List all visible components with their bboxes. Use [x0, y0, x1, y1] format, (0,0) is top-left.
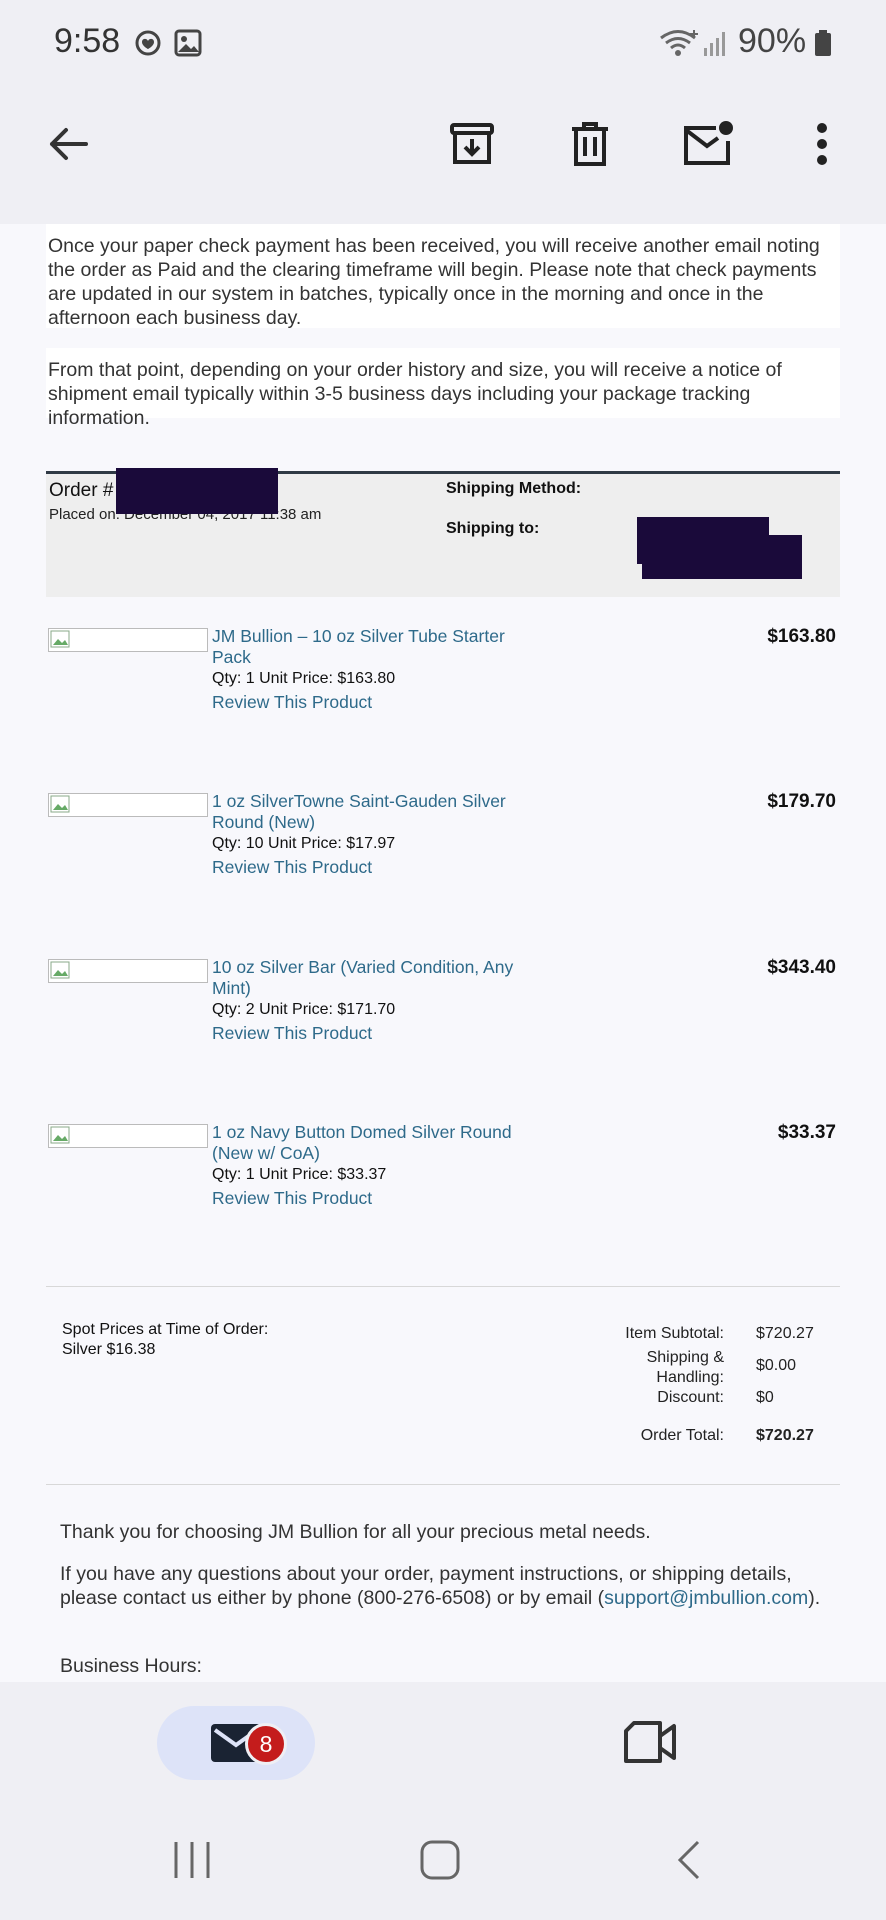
review-product-link[interactable]: Review This Product: [212, 857, 372, 878]
divider: [46, 1286, 840, 1287]
order-total-value: $720.27: [756, 1427, 814, 1444]
product-price: $179.70: [767, 791, 836, 812]
back-button[interactable]: [38, 116, 98, 176]
discount-label: Discount:: [657, 1389, 724, 1406]
order-item: JM Bullion – 10 oz Silver Tube Starter P…: [48, 626, 838, 746]
order-summary-box: Order # Placed on: December 04, 2017 11:…: [46, 468, 840, 597]
review-product-link[interactable]: Review This Product: [212, 1023, 372, 1044]
status-time: 9:58: [54, 22, 121, 60]
unread-badge: 8: [245, 1723, 287, 1765]
product-image[interactable]: [48, 628, 208, 652]
payment-paragraph: Once your paper check payment has been r…: [46, 224, 840, 329]
order-item: 1 oz SilverTowne Saint-Gauden Silver Rou…: [48, 791, 838, 911]
redacted-address-2: [642, 535, 802, 579]
chevron-left-icon: [674, 1840, 704, 1886]
order-item: 10 oz Silver Bar (Varied Condition, Any …: [48, 957, 838, 1077]
divider: [46, 1484, 840, 1485]
meet-tab[interactable]: [622, 1720, 678, 1769]
mail-tab[interactable]: [157, 1706, 315, 1780]
shipping-to-label: Shipping to:: [446, 520, 540, 537]
product-price: $343.40: [767, 957, 836, 978]
product-qty: Qty: 10 Unit Price: $17.97: [212, 835, 396, 852]
archive-button[interactable]: [442, 116, 502, 176]
shipping-method-label: Shipping Method:: [446, 480, 582, 497]
contact-text-suffix: ).: [808, 1587, 821, 1609]
home-button[interactable]: [418, 1838, 462, 1887]
delete-button[interactable]: [560, 116, 620, 176]
review-product-link[interactable]: Review This Product: [212, 692, 372, 713]
system-navigation-bar: [0, 1800, 886, 1920]
email-toolbar: [0, 86, 886, 224]
review-product-link[interactable]: Review This Product: [212, 1188, 372, 1209]
product-image[interactable]: [48, 1124, 208, 1148]
spot-prices-label: Spot Prices at Time of Order:: [62, 1321, 269, 1338]
shipping-label-line2: Handling:: [656, 1369, 724, 1386]
shipment-paragraph: From that point, depending on your order…: [46, 348, 840, 429]
email-body: Once your paper check payment has been r…: [0, 224, 886, 1682]
business-hours: Business Hours:: [60, 1655, 202, 1677]
arrow-back-icon: [46, 122, 90, 171]
product-qty: Qty: 1 Unit Price: $33.37: [212, 1166, 387, 1183]
battery-icon: [813, 28, 833, 58]
product-qty: Qty: 2 Unit Price: $171.70: [212, 1001, 396, 1018]
product-price: $33.37: [777, 1122, 836, 1143]
data-saver-icon: [133, 28, 163, 58]
subtotal-value: $720.27: [756, 1325, 814, 1342]
system-back-button[interactable]: [674, 1838, 704, 1887]
bottom-navigation: 8: [0, 1682, 886, 1800]
product-qty: Qty: 1 Unit Price: $163.80: [212, 670, 396, 687]
gallery-icon: [173, 28, 203, 58]
wifi-icon: [658, 28, 700, 58]
order-number-label: Order #: [49, 480, 114, 501]
recent-apps-button[interactable]: [170, 1840, 214, 1885]
thanks-text: Thank you for choosing JM Bullion for al…: [60, 1521, 651, 1543]
recent-apps-icon: [170, 1842, 214, 1884]
shipping-value: $0.00: [756, 1357, 797, 1374]
product-name-link[interactable]: 1 oz SilverTowne Saint-Gauden Silver Rou…: [212, 791, 512, 833]
shipping-label: Shipping & Handling:: [594, 1348, 724, 1388]
home-icon: [418, 1840, 462, 1886]
redacted-order-number: [116, 468, 278, 514]
product-name-link[interactable]: JM Bullion – 10 oz Silver Tube Starter P…: [212, 626, 512, 668]
mail-unread-icon: [680, 119, 736, 174]
battery-percent: 90%: [738, 22, 807, 60]
support-email-link[interactable]: support@jmbullion.com: [604, 1587, 808, 1609]
product-price: $163.80: [767, 626, 836, 647]
shipping-label-line1: Shipping &: [646, 1349, 724, 1366]
signal-icon: [702, 28, 730, 58]
order-item: 1 oz Navy Button Domed Silver Round (New…: [48, 1122, 838, 1242]
archive-icon: [448, 120, 496, 173]
spot-prices: Spot Prices at Time of Order: Silver $16…: [62, 1320, 268, 1360]
product-image[interactable]: [48, 959, 208, 983]
mark-unread-button[interactable]: [678, 116, 738, 176]
spot-silver-price: Silver $16.38: [62, 1341, 156, 1358]
status-bar: 9:58 90%: [0, 0, 886, 86]
order-total-label: Order Total:: [640, 1427, 724, 1444]
contact-text: If you have any questions about your ord…: [60, 1562, 840, 1610]
discount-value: $0: [756, 1389, 774, 1406]
product-image[interactable]: [48, 793, 208, 817]
more-vert-icon: [816, 122, 828, 171]
video-camera-icon: [622, 1721, 678, 1768]
more-options-button[interactable]: [792, 116, 852, 176]
subtotal-label: Item Subtotal:: [625, 1325, 724, 1342]
product-name-link[interactable]: 1 oz Navy Button Domed Silver Round (New…: [212, 1122, 512, 1164]
trash-icon: [568, 120, 612, 173]
product-name-link[interactable]: 10 oz Silver Bar (Varied Condition, Any …: [212, 957, 532, 999]
